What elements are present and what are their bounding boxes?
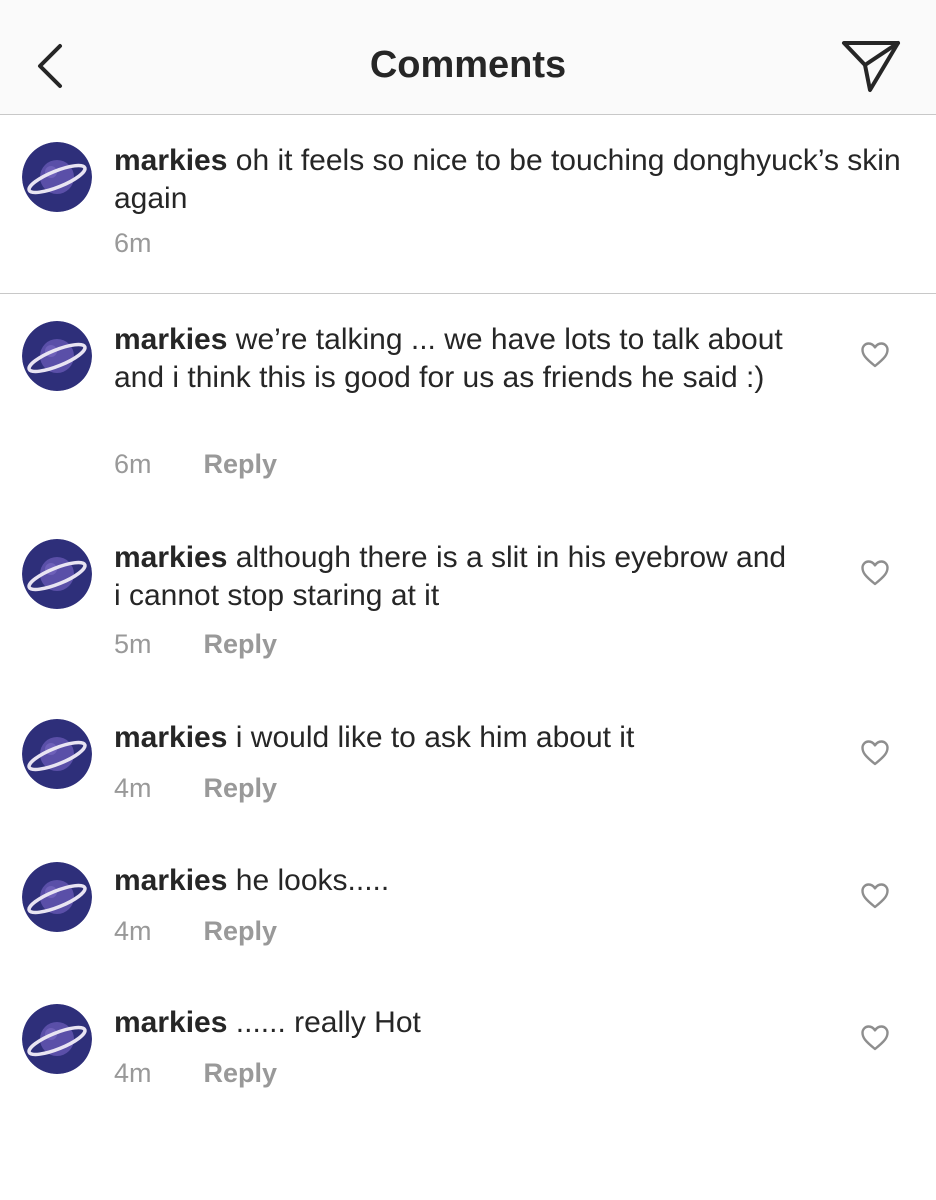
timestamp: 5m xyxy=(114,629,152,659)
caption-text: markies oh it feels so nice to be touchi… xyxy=(114,142,914,218)
timestamp: 4m xyxy=(114,773,152,803)
reply-button[interactable]: Reply xyxy=(204,449,278,479)
planet-avatar-icon xyxy=(22,1004,92,1074)
heart-icon xyxy=(861,560,889,586)
like-button[interactable] xyxy=(860,1024,890,1052)
comment-text: markies i would like to ask him about it xyxy=(114,719,794,757)
comment-text: markies he looks..... xyxy=(114,862,794,900)
planet-avatar-icon xyxy=(22,539,92,609)
planet-avatar-icon xyxy=(22,862,92,932)
comment-body: he looks..... xyxy=(235,864,390,897)
comment-item: markies ...... really Hot 4m Reply xyxy=(0,977,936,1107)
username[interactable]: markies xyxy=(114,541,227,574)
avatar[interactable] xyxy=(22,862,92,932)
username[interactable]: markies xyxy=(114,721,227,754)
like-button[interactable] xyxy=(860,559,890,587)
comment-meta: 6m Reply xyxy=(114,449,277,480)
comment-text: markies although there is a slit in his … xyxy=(114,539,794,615)
comment-item: markies although there is a slit in his … xyxy=(0,512,936,682)
username[interactable]: markies xyxy=(114,323,227,356)
reply-button[interactable]: Reply xyxy=(204,629,278,659)
page-title: Comments xyxy=(369,44,567,86)
username[interactable]: markies xyxy=(114,864,227,897)
avatar[interactable] xyxy=(22,539,92,609)
avatar[interactable] xyxy=(22,719,92,789)
heart-icon xyxy=(861,342,889,368)
heart-icon xyxy=(861,740,889,766)
timestamp: 6m xyxy=(114,449,152,479)
comment-body: ...... really Hot xyxy=(235,1006,421,1039)
comment-meta: 5m Reply xyxy=(114,629,277,660)
comment-meta: 4m Reply xyxy=(114,773,277,804)
username[interactable]: markies xyxy=(114,1006,227,1039)
like-button[interactable] xyxy=(860,341,890,369)
caption-section: markies oh it feels so nice to be touchi… xyxy=(0,115,936,294)
paper-plane-icon xyxy=(842,41,900,92)
like-button[interactable] xyxy=(860,739,890,767)
caption-body: oh it feels so nice to be touching dongh… xyxy=(114,144,901,215)
timestamp: 6m xyxy=(114,228,152,258)
timestamp: 4m xyxy=(114,916,152,946)
comment-text: markies we’re talking ... we have lots t… xyxy=(114,321,794,397)
avatar[interactable] xyxy=(22,142,92,212)
comment-meta: 4m Reply xyxy=(114,916,277,947)
reply-button[interactable]: Reply xyxy=(204,773,278,803)
reply-button[interactable]: Reply xyxy=(204,916,278,946)
timestamp: 4m xyxy=(114,1058,152,1088)
heart-icon xyxy=(861,1025,889,1051)
comment-body: i would like to ask him about it xyxy=(235,721,635,754)
comment-text: markies ...... really Hot xyxy=(114,1004,794,1042)
planet-avatar-icon xyxy=(22,321,92,391)
heart-icon xyxy=(861,883,889,909)
planet-avatar-icon xyxy=(22,142,92,212)
planet-avatar-icon xyxy=(22,719,92,789)
header-bar: Comments xyxy=(0,0,936,115)
comment-meta: 4m Reply xyxy=(114,1058,277,1089)
comment-item: markies he looks..... 4m Reply xyxy=(0,835,936,965)
comment-item: markies we’re talking ... we have lots t… xyxy=(0,294,936,504)
like-button[interactable] xyxy=(860,882,890,910)
username[interactable]: markies xyxy=(114,144,227,177)
avatar[interactable] xyxy=(22,1004,92,1074)
caption-meta: 6m xyxy=(114,228,196,259)
avatar[interactable] xyxy=(22,321,92,391)
comment-item: markies i would like to ask him about it… xyxy=(0,692,936,822)
reply-button[interactable]: Reply xyxy=(204,1058,278,1088)
share-button[interactable] xyxy=(840,38,902,94)
